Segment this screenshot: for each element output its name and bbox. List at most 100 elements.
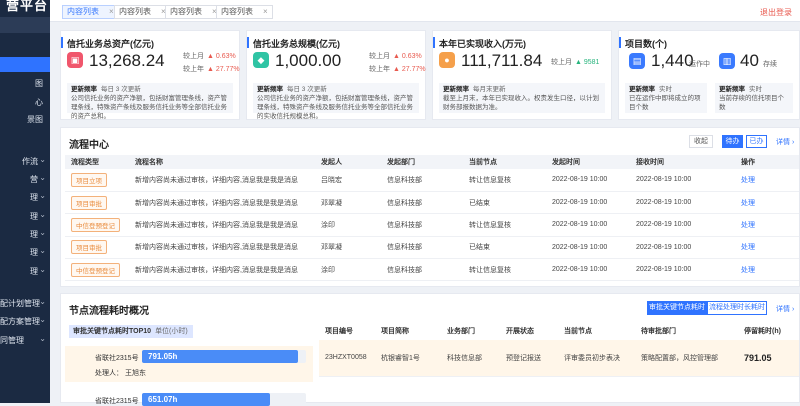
folder-icon: ▤ <box>629 53 645 69</box>
existing-label: 存续 <box>763 61 777 68</box>
table-row: 项目审批 新增内容尚未通过审核，详细内容,消息我是我是消息 邓翠凝 信息科技部 已结束… <box>65 191 799 215</box>
card-value-running: 1,440 <box>651 51 694 70</box>
tab-content-list[interactable]: 内容列表 × <box>62 5 119 19</box>
done-tab[interactable]: 已办 <box>746 135 767 148</box>
bar-fill: 651.07h <box>142 393 270 406</box>
chevron-down-icon: ⌄ <box>39 228 46 237</box>
compare-year: 较上年 ▲ 27.77% <box>183 66 240 73</box>
top-bar: 内容列表 × 内容列表 × 内容列表 × 内容列表 × 退出登录 <box>50 0 800 22</box>
card-note-existing: 更新频率 实时 当前存续的信托项目个数 <box>715 83 793 113</box>
tab-content-list[interactable]: 内容列表 × <box>165 5 222 19</box>
chevron-down-icon: ⌄ <box>39 155 46 164</box>
card-value: 111,711.84 <box>461 51 543 70</box>
running-label: 运作中 <box>689 61 710 68</box>
node-timing-panel: 节点流程耗时概况 审批关键节点耗时 流程处理时长耗时 详情 › 审批关键节点耗时… <box>60 293 800 406</box>
table-header: 流程类型 流程名称 发起人 发起部门 当前节点 发起时间 接收时间 操作 <box>65 155 799 169</box>
sidebar-item-workflow[interactable]: 作流 ⌄ <box>0 154 50 168</box>
chevron-down-icon: ⌄ <box>39 297 46 306</box>
card-total-assets: 信托业务总资产(亿元) ▣ 13,268.24 较上月 ▲ 0.63% 较上年 ▲ … <box>60 30 240 120</box>
sidebar-item[interactable]: 心 <box>0 95 50 109</box>
card-value-existing: 40 <box>740 51 759 70</box>
card-total-scale: 信托业务总规模(亿元) ◆ 1,000.00 较上月 ▲ 0.63% 较上年 ▲ 2… <box>246 30 426 120</box>
sidebar: 营平台 图 心 景图 作流 ⌄ 营 ⌄ 理 ⌄ 理 ⌄ 理 ⌄ 理 ⌄ 理 ⌄ 配计划管理 ⌄ … <box>0 0 50 403</box>
type-badge: 项目审批 <box>71 240 107 255</box>
type-badge: 中信登预登记 <box>71 262 120 277</box>
table-header: 项目编号 项目简称 业务部门 开展状态 当前节点 待审批部门 停留耗时(h) <box>319 322 799 340</box>
logout-link[interactable]: 退出登录 <box>760 7 792 18</box>
card-value: 1,000.00 <box>275 51 342 70</box>
card-title: 信托业务总资产(亿元) <box>61 37 154 49</box>
archive-icon: ▥ <box>719 53 735 69</box>
type-badge: 中信登预登记 <box>71 217 120 232</box>
table-row: 中信登预登记 新增内容尚未通过审核，详细内容,消息我是我是消息 涂印 信息科技部 转让… <box>65 213 799 237</box>
flow-table: 流程类型 流程名称 发起人 发起部门 当前节点 发起时间 接收时间 操作 项目立… <box>65 155 799 282</box>
handler-label: 处理人： 王旭东 <box>95 370 146 377</box>
sidebar-item-plan[interactable]: 配计划管理 ⌄ <box>0 296 50 310</box>
flow-center-panel: 流程中心 收起 待办 已办 详情 › 流程类型 流程名称 发起人 发起部门 当前… <box>60 127 800 287</box>
close-icon[interactable]: × <box>263 7 268 16</box>
sidebar-item-active-label[interactable] <box>0 58 50 72</box>
node-more-link[interactable]: 详情 › <box>776 304 794 314</box>
table-row: 中信登预登记 新增内容尚未通过审核，详细内容,消息我是我是消息 涂印 信息科技部 转让… <box>65 258 799 282</box>
sidebar-item[interactable]: 图 <box>0 76 50 90</box>
card-note: 更新频率 每月末更新 截至上月末，本年已实现收入。权责发生口径，以计划财务部报数据为… <box>439 83 605 113</box>
process-link[interactable]: 处理 <box>741 267 755 274</box>
bar-track: 651.07h <box>142 393 306 406</box>
sidebar-item[interactable]: 景图 <box>0 112 50 126</box>
card-note: 更新频率 每日 3 次更新 公司信托业务的资产净额，包括财富管理条线，资产管理条线，… <box>253 83 419 120</box>
process-link[interactable]: 处理 <box>741 244 755 251</box>
process-link[interactable]: 处理 <box>741 200 755 207</box>
sidebar-search[interactable] <box>0 17 50 33</box>
chevron-down-icon: ⌄ <box>39 191 46 200</box>
node-timing-tab[interactable]: 审批关键节点耗时 <box>647 301 707 315</box>
bar-label: 省联社2315号 <box>95 355 139 362</box>
sidebar-item[interactable]: 营 ⌄ <box>0 172 50 186</box>
card-title: 本年已实现收入(万元) <box>433 37 526 49</box>
card-title: 信托业务总规模(亿元) <box>247 37 340 49</box>
flow-title: 流程中心 <box>69 140 109 151</box>
node-table: 项目编号 项目简称 业务部门 开展状态 当前节点 待审批部门 停留耗时(h) 2… <box>319 322 799 377</box>
flow-duration-tab[interactable]: 流程处理时长耗时 <box>707 301 767 315</box>
type-badge: 项目审批 <box>71 195 107 210</box>
sidebar-item[interactable]: 理 ⌄ <box>0 227 50 241</box>
chevron-down-icon: ⌄ <box>39 334 46 343</box>
table-row: 项目审批 新增内容尚未通过审核，详细内容,消息我是我是消息 邓翠凝 信息科技部 已结束… <box>65 236 799 260</box>
todo-tab[interactable]: 待办 <box>722 135 743 148</box>
chevron-down-icon: ⌄ <box>39 265 46 274</box>
sidebar-item-scheme[interactable]: 配方案管理 ⌄ <box>0 314 50 328</box>
wallet-icon: ▣ <box>67 52 83 68</box>
card-project-count: 项目数(个) ▤ 1,440 运作中 ▥ 40 存续 更新频率 实时 已在运作中即将… <box>618 30 800 120</box>
flow-more-link[interactable]: 详情 › <box>776 137 794 147</box>
compare-month: 较上月 ▲ 0.63% <box>369 53 422 60</box>
sidebar-item[interactable]: 理 ⌄ <box>0 245 50 259</box>
close-icon[interactable]: × <box>109 7 114 16</box>
sidebar-item[interactable]: 理 ⌄ <box>0 190 50 204</box>
tab-content-list[interactable]: 内容列表 × <box>114 5 171 19</box>
node-title: 节点流程耗时概况 <box>69 306 149 317</box>
sidebar-item-contract[interactable]: 同管理 ⌄ <box>0 333 50 347</box>
table-row: 23HZXT0058 杭银睿智1号 科技信息部 预登记报送 评审委员初步表决 策… <box>319 340 799 377</box>
compare-month: 较上月 ▲ 0.63% <box>183 53 236 60</box>
collapse-button[interactable]: 收起 <box>689 135 713 148</box>
coin-icon: ● <box>439 52 455 68</box>
chevron-down-icon: ⌄ <box>39 173 46 182</box>
chevron-down-icon: ⌄ <box>39 246 46 255</box>
chevron-down-icon: ⌄ <box>39 315 46 324</box>
process-link[interactable]: 处理 <box>741 177 755 184</box>
bar-track: 791.05h <box>142 350 306 363</box>
compare-year: 较上年 ▲ 27.77% <box>369 66 426 73</box>
sidebar-item[interactable]: 理 ⌄ <box>0 209 50 223</box>
card-revenue: 本年已实现收入(万元) ● 111,711.84 较上月 ▲ 9581 更新频率每… <box>432 30 612 120</box>
bar-fill: 791.05h <box>142 350 298 363</box>
table-row: 项目立项 新增内容尚未通过审核，详细内容,消息我是我是消息 吕晓宏 信息科技部 转让信… <box>65 169 799 192</box>
shield-icon: ◆ <box>253 52 269 68</box>
type-badge: 项目立项 <box>71 172 107 187</box>
process-link[interactable]: 处理 <box>741 222 755 229</box>
card-value: 13,268.24 <box>89 51 165 70</box>
sidebar-item[interactable]: 理 ⌄ <box>0 264 50 278</box>
chevron-down-icon: ⌄ <box>39 210 46 219</box>
card-note-running: 更新频率 实时 已在运作中即将成立的项目个数 <box>625 83 707 113</box>
tab-content-list[interactable]: 内容列表 × <box>216 5 273 19</box>
top10-header: 审批关键节点耗时TOP10 单位(小时) <box>69 325 193 338</box>
bar-label: 省联社2315号 <box>95 398 139 405</box>
